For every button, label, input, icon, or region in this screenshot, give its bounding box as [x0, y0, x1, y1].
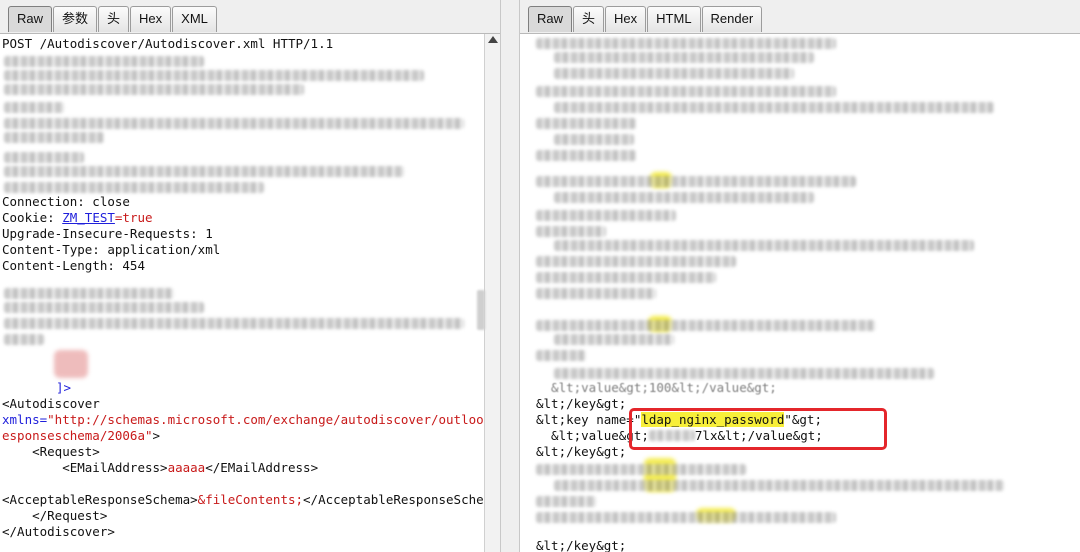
redacted-line [536, 176, 856, 187]
redacted-line [536, 512, 836, 523]
redacted-line [536, 320, 876, 331]
autodiscover-close-tag: </Autodiscover> [2, 524, 115, 539]
redacted-line [4, 302, 204, 313]
redacted-line [4, 70, 424, 81]
redacted-line [554, 480, 1004, 491]
redacted-line [4, 166, 404, 177]
redacted-line [536, 464, 746, 475]
redacted-line [536, 226, 606, 237]
xmlns-line: xmlns="http://schemas.microsoft.com/exch… [2, 412, 484, 428]
response-value-partial: &lt;value&gt;100&lt;/value&gt; [536, 380, 777, 395]
xmlns-value-1: "http://schemas.microsoft.com/exchange/a… [47, 412, 484, 427]
request-line: POST /Autodiscover/Autodiscover.xml HTTP… [2, 36, 334, 51]
cookie-prefix: Cookie: [2, 210, 63, 225]
response-key-close-2: &lt;/key&gt; [536, 444, 627, 459]
redacted-line [4, 334, 44, 345]
redacted-line [536, 210, 676, 221]
cookie-name: ZM_TEST [62, 210, 115, 225]
redacted-line [554, 334, 674, 345]
redacted-line [4, 118, 464, 129]
email-close-tag: </EMailAddress> [205, 460, 319, 475]
response-tab-bar: Raw 头 Hex HTML Render [520, 0, 1080, 34]
redacted-line [4, 132, 104, 143]
content-type-header: Content-Type: application/xml [2, 242, 221, 257]
redacted-line [554, 192, 814, 203]
request-close-tag: </Request> [2, 508, 108, 523]
redacted-line [536, 272, 716, 283]
content-length-header: Content-Length: 454 [2, 258, 145, 273]
request-editor[interactable]: POST /Autodiscover/Autodiscover.xml HTTP… [0, 34, 484, 552]
redacted-line [4, 56, 204, 67]
cookie-header: Cookie: ZM_TEST=true [2, 210, 153, 226]
redacted-line [536, 86, 836, 97]
redacted-line [4, 318, 464, 329]
redacted-line [536, 150, 636, 161]
key-open-prefix: &lt;key name=" [536, 412, 642, 427]
response-key-close-1: &lt;/key&gt; [536, 396, 627, 411]
highlight-annotation-box [629, 408, 887, 450]
ars-open-tag: <AcceptableResponseSchema> [2, 492, 198, 507]
response-editor[interactable]: &lt;value&gt;100&lt;/value&gt; &lt;/key&… [520, 34, 1080, 552]
cdata-close-text: ]> [56, 380, 72, 395]
response-tab-headers[interactable]: 头 [573, 6, 605, 32]
request-tab-hex[interactable]: Hex [130, 6, 172, 32]
split-divider[interactable] [500, 0, 520, 552]
cdata-close: ]> [56, 380, 71, 396]
request-tab-params[interactable]: 参数 [53, 6, 98, 32]
cookie-value: =true [114, 210, 153, 225]
xmlns-close: > [152, 428, 161, 443]
redacted-line [536, 256, 736, 267]
redacted-line [4, 288, 174, 299]
xmlns-attr: xmlns= [2, 412, 48, 427]
response-tab-render[interactable]: Render [701, 6, 763, 32]
response-key-close-3: &lt;/key&gt; [536, 538, 627, 552]
xmlns-value-2: esponseschema/2006a" [2, 428, 153, 443]
request-tab-headers[interactable]: 头 [98, 6, 130, 32]
request-tab-bar: Raw 参数 头 Hex XML [0, 0, 500, 34]
response-pane: Raw 头 Hex HTML Render &lt;value&gt;100&l… [520, 0, 1080, 552]
request-pane: Raw 参数 头 Hex XML POST /Autodiscover/Auto… [0, 0, 500, 552]
request-tab-xml[interactable]: XML [172, 6, 217, 32]
redacted-line [4, 152, 84, 163]
redacted-line [554, 68, 794, 79]
pane-resize-handle[interactable] [477, 290, 485, 330]
email-line: <EMailAddress>aaaaa</EMailAddress> [2, 460, 318, 476]
ars-entity: &fileContents; [197, 492, 304, 507]
request-tab-raw[interactable]: Raw [8, 6, 53, 32]
response-tab-raw[interactable]: Raw [528, 6, 573, 32]
redacted-line [554, 134, 634, 145]
redacted-line [554, 368, 934, 379]
ars-line: <AcceptableResponseSchema>&fileContents;… [2, 492, 484, 508]
redacted-line [4, 84, 304, 95]
redacted-value [54, 350, 88, 378]
xmlns-line-continued: esponseschema/2006a"> [2, 428, 160, 444]
redacted-line [554, 52, 814, 63]
autodiscover-open-tag: <Autodiscover [2, 396, 100, 411]
ars-close-tag: </AcceptableResponseSchema> [303, 492, 484, 507]
response-tab-html[interactable]: HTML [647, 6, 701, 32]
connection-header: Connection: close [2, 194, 130, 209]
request-open-tag: <Request> [2, 444, 100, 459]
redacted-line [536, 496, 596, 507]
email-open-tag: <EMailAddress> [2, 460, 168, 475]
redacted-line [554, 240, 974, 251]
request-scrollbar[interactable] [484, 34, 500, 552]
redacted-line [554, 102, 994, 113]
redacted-line [536, 350, 586, 361]
email-value: aaaaa [167, 460, 206, 475]
redacted-line [4, 182, 264, 193]
redacted-line [536, 288, 656, 299]
redacted-line [536, 38, 836, 49]
redacted-line [536, 118, 636, 129]
upgrade-header: Upgrade-Insecure-Requests: 1 [2, 226, 213, 241]
response-tab-hex[interactable]: Hex [605, 6, 647, 32]
redacted-line [4, 102, 64, 113]
scroll-up-icon[interactable] [488, 36, 498, 43]
